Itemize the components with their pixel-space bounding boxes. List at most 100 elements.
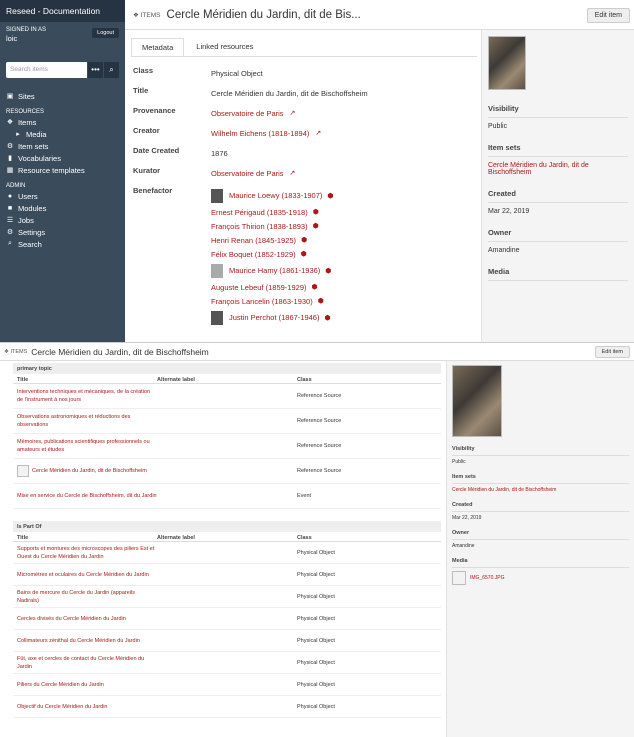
property-row: Benefactor Maurice Loewy (1833-1907) ⬢ Erne…: [133, 186, 473, 327]
edit-item-button[interactable]: Edit item: [594, 346, 630, 358]
media-item[interactable]: IMG_6570.JPG: [452, 568, 629, 588]
resource-link-icon[interactable]: ⬢: [325, 267, 331, 275]
sidebar-item-modules[interactable]: ■ Modules: [0, 202, 125, 214]
resource-link[interactable]: Bains de mercure du Cercle du Jardin (ap…: [17, 589, 157, 605]
title-cell[interactable]: Objectif du Cercle Méridien du Jardin: [17, 701, 157, 713]
resource-link[interactable]: Objectif du Cercle Méridien du Jardin: [17, 703, 108, 711]
title-cell[interactable]: Mise en service du Cercle de Bischoffshe…: [17, 490, 157, 502]
resource-link[interactable]: Micromètres et oculaires du Cercle Mérid…: [17, 571, 149, 579]
sidebar-item-settings[interactable]: ⚙ Settings: [0, 226, 125, 238]
resource-link[interactable]: Observations astronomiques et réductions…: [17, 413, 157, 429]
value-link[interactable]: Auguste Lebeuf (1859-1929): [211, 283, 307, 292]
site-brand[interactable]: Reseed - Documentation: [0, 0, 125, 22]
tab-linked-resources[interactable]: Linked resources: [186, 38, 263, 56]
title-cell[interactable]: Observations astronomiques et réductions…: [17, 411, 157, 431]
property-row: Provenance Observatoire de Paris ↗: [133, 106, 473, 120]
value-link[interactable]: Maurice Hamy (1861-1936): [229, 266, 320, 275]
search-options-button[interactable]: •••: [87, 62, 103, 78]
value-link[interactable]: Ernest Périgaud (1835-1918): [211, 208, 308, 217]
class-cell: Reference Source: [297, 443, 342, 449]
class-cell: Reference Source: [297, 418, 342, 424]
value-link[interactable]: Félix Boquet (1852-1929): [211, 250, 296, 259]
search-input[interactable]: Search items: [6, 62, 87, 78]
sidebar-item-jobs[interactable]: ☰ Jobs: [0, 214, 125, 226]
sidebar-item-users[interactable]: ● Users: [0, 190, 125, 202]
title-cell[interactable]: Mémoires, publications scientifiques pro…: [17, 436, 157, 456]
resource-link-icon[interactable]: ⬢: [301, 236, 307, 244]
external-link-icon[interactable]: ↗: [290, 109, 296, 117]
property-value[interactable]: Justin Perchot (1867-1946) ⬢: [211, 308, 473, 327]
title-cell[interactable]: Bains de mercure du Cercle du Jardin (ap…: [17, 587, 157, 607]
resource-link-icon[interactable]: ⬢: [327, 192, 333, 200]
title-cell[interactable]: Cercle Méridien du Jardin, dit de Bischo…: [17, 463, 157, 479]
tab-metadata[interactable]: Metadata: [131, 38, 185, 56]
sidebar-item-items[interactable]: ❖ Items: [0, 116, 125, 128]
value-link[interactable]: Observatoire de Paris: [211, 169, 284, 178]
property-value[interactable]: Henri Renan (1845-1925) ⬢: [211, 233, 473, 247]
resource-link-icon[interactable]: ⬢: [313, 222, 319, 230]
person-thumbnail: [211, 188, 223, 203]
property-value[interactable]: Félix Boquet (1852-1929) ⬢: [211, 247, 473, 261]
item-sets-heading: Item sets: [488, 139, 628, 157]
property-label: Date Created: [133, 146, 180, 155]
title-cell[interactable]: Fût, axe et cercles de contact du Cercle…: [17, 653, 157, 673]
property-value[interactable]: Ernest Périgaud (1835-1918) ⬢: [211, 205, 473, 219]
item-set-link[interactable]: Cercle Méridien du Jardin, dit de Bischo…: [488, 157, 628, 181]
property-value[interactable]: Observatoire de Paris ↗: [211, 166, 473, 180]
sidebar-item-search[interactable]: ⌕ Search: [0, 238, 125, 250]
logout-button[interactable]: Logout: [92, 28, 119, 38]
item-thumbnail[interactable]: [488, 36, 526, 90]
title-cell[interactable]: Piliers du Cercle Méridien du Jardin: [17, 679, 157, 691]
resource-link-icon[interactable]: ⬢: [324, 314, 330, 322]
resource-link[interactable]: Interventions techniques et mécaniques, …: [17, 388, 157, 404]
resource-link[interactable]: Piliers du Cercle Méridien du Jardin: [17, 681, 104, 689]
sidebar-item-vocabularies[interactable]: ▮ Vocabularies: [0, 152, 125, 164]
table-row: Cercles divisés du Cercle Méridien du Ja…: [13, 608, 441, 630]
value-link[interactable]: Observatoire de Paris: [211, 109, 284, 118]
sidebar: Reseed - Documentation SIGNED IN AS loic…: [0, 0, 125, 342]
value-link[interactable]: Henri Renan (1845-1925): [211, 236, 296, 245]
media-file-link[interactable]: IMG_6570.JPG: [470, 575, 504, 581]
search-icon[interactable]: ⌕: [103, 62, 119, 78]
title-cell[interactable]: Cercles divisés du Cercle Méridien du Ja…: [17, 613, 157, 625]
edit-item-button[interactable]: Edit item: [586, 8, 630, 23]
item-thumbnail[interactable]: [452, 365, 502, 437]
property-value[interactable]: Wilhelm Eichens (1818-1894) ↗: [211, 126, 473, 140]
sidebar-item-resource-templates[interactable]: ▦ Resource templates: [0, 164, 125, 176]
resource-link-icon[interactable]: ⬢: [312, 283, 318, 291]
item-set-link[interactable]: Cercle Méridien du Jardin, dit de Bischo…: [452, 484, 629, 496]
sidebar-item-sites[interactable]: ▣ Sites: [0, 90, 125, 102]
title-cell[interactable]: Interventions techniques et mécaniques, …: [17, 386, 157, 406]
property-value[interactable]: François Lancelin (1863-1930) ⬢: [211, 294, 473, 308]
resource-link-icon[interactable]: ⬢: [318, 297, 324, 305]
property-values: Observatoire de Paris ↗: [211, 106, 473, 120]
property-value[interactable]: Auguste Lebeuf (1859-1929) ⬢: [211, 280, 473, 294]
resource-link[interactable]: Collimateurs zénithal du Cercle Méridien…: [17, 637, 140, 645]
value-link[interactable]: Wilhelm Eichens (1818-1894): [211, 129, 309, 138]
external-link-icon[interactable]: ↗: [315, 129, 321, 137]
resource-link[interactable]: Mémoires, publications scientifiques pro…: [17, 438, 157, 454]
resource-link[interactable]: Cercles divisés du Cercle Méridien du Ja…: [17, 615, 126, 623]
property-value[interactable]: Maurice Hamy (1861-1936) ⬢: [211, 261, 473, 280]
resource-link[interactable]: Mise en service du Cercle de Bischoffshe…: [17, 492, 157, 500]
external-link-icon[interactable]: ↗: [290, 169, 296, 177]
title-cell[interactable]: Micromètres et oculaires du Cercle Mérid…: [17, 569, 157, 581]
value-link[interactable]: François Lancelin (1863-1930): [211, 297, 313, 306]
resource-link[interactable]: Cercle Méridien du Jardin, dit de Bischo…: [32, 467, 147, 475]
property-value[interactable]: Maurice Loewy (1833-1907) ⬢: [211, 186, 473, 205]
title-cell[interactable]: Supports et montures des microscopes des…: [17, 543, 157, 563]
resource-link[interactable]: Supports et montures des microscopes des…: [17, 545, 157, 561]
resource-link[interactable]: Fût, axe et cercles de contact du Cercle…: [17, 655, 157, 671]
value-link[interactable]: Maurice Loewy (1833-1907): [229, 191, 322, 200]
value-link[interactable]: François Thirion (1838-1893): [211, 222, 308, 231]
title-cell[interactable]: Collimateurs zénithal du Cercle Méridien…: [17, 635, 157, 647]
sidebar-item-item-sets[interactable]: ⚙ Item sets: [0, 140, 125, 152]
property-value[interactable]: Observatoire de Paris ↗: [211, 106, 473, 120]
owner-value: Amandine: [488, 247, 520, 254]
resource-link-icon[interactable]: ⬢: [313, 208, 319, 216]
resource-link-icon[interactable]: ⬢: [301, 250, 307, 258]
sidebar-item-media[interactable]: ▸ Media: [0, 128, 125, 140]
value-text: Physical Object: [211, 68, 263, 78]
property-value[interactable]: François Thirion (1838-1893) ⬢: [211, 219, 473, 233]
value-link[interactable]: Justin Perchot (1867-1946): [229, 313, 319, 322]
